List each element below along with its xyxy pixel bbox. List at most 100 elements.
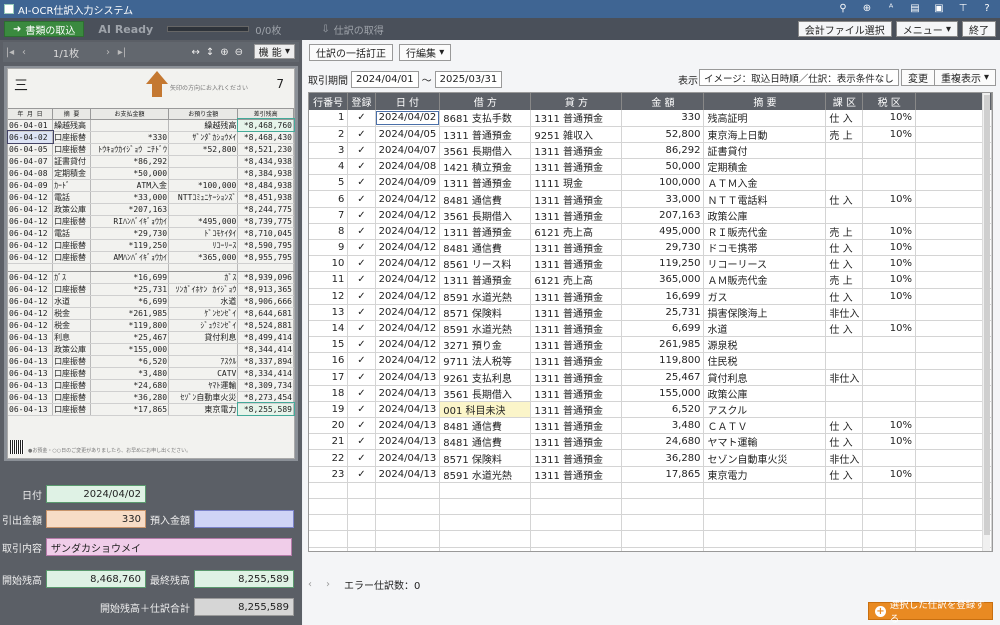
journal-cell[interactable]: 1311 普通預金	[530, 142, 623, 160]
journal-cell[interactable]: 1311 普通預金	[530, 110, 623, 127]
journal-row[interactable]: 17 ✓ 2024/04/13 9261 支払利息 1311 普通預金 25,467 貸付利…	[309, 369, 992, 386]
exit-button[interactable]: 終了	[962, 21, 996, 37]
journal-row[interactable]: 6 ✓ 2024/04/12 8481 通信費 1311 普通預金 33,000 ＮＴＴ電話…	[309, 190, 992, 208]
journal-cell[interactable]: ＣＡＴＶ	[703, 417, 827, 435]
journal-cell[interactable]: 損害保険海上	[703, 304, 827, 321]
fit-height-icon[interactable]: ↕	[206, 47, 214, 58]
journal-cell[interactable]: 住民税	[703, 352, 827, 370]
search-icon[interactable]: ⚲	[836, 1, 850, 15]
journal-cell[interactable]: 14	[309, 320, 349, 338]
journal-cell[interactable]: 非仕入	[825, 304, 864, 321]
grid-header[interactable]: 日 付	[375, 93, 441, 110]
journal-row[interactable]: 2 ✓ 2024/04/05 1311 普通預金 9251 雑収入 52,800 東京海上日…	[309, 126, 992, 143]
register-checkbox[interactable]: ✓	[347, 158, 376, 176]
journal-cell[interactable]: 1311 普通預金	[530, 466, 623, 483]
journal-cell[interactable]: 仕 入	[825, 255, 864, 273]
journal-cell[interactable]: 10%	[862, 433, 916, 451]
journal-cell[interactable]: 5	[309, 174, 349, 192]
save-icon[interactable]: ▣	[932, 1, 946, 15]
journal-cell[interactable]: 19	[309, 401, 349, 419]
journal-row[interactable]: 1 ✓ 2024/04/02 8681 支払手数 1311 普通預金 330 残高証明仕 入…	[309, 110, 992, 127]
register-checkbox[interactable]: ✓	[347, 207, 376, 224]
journal-cell[interactable]: セゾン自動車火災	[703, 449, 827, 467]
journal-cell[interactable]: 16,699	[621, 288, 705, 305]
journal-cell[interactable]: 17	[309, 369, 349, 386]
journal-row[interactable]: 19 ✓ 2024/04/13 001 科目未決 1311 普通預金 6,520 アスクル	[309, 401, 992, 419]
journal-cell[interactable]: ＡＭ販売代金	[703, 271, 827, 289]
journal-cell[interactable]: リコーリース	[703, 255, 827, 273]
journal-cell[interactable]: 8571 保険料	[439, 449, 532, 467]
journal-cell[interactable]: 001 科目未決	[439, 401, 532, 419]
journal-cell[interactable]: 33,000	[621, 190, 705, 208]
journal-cell[interactable]: 1311 普通預金	[530, 207, 623, 224]
journal-cell[interactable]: 2024/04/12	[375, 288, 441, 305]
journal-cell[interactable]: 10%	[862, 271, 916, 289]
date-to-input[interactable]: 2025/03/31	[434, 70, 503, 88]
journal-row[interactable]: 18 ✓ 2024/04/13 3561 長期借入 1311 普通預金 155,000 政策…	[309, 385, 992, 402]
journal-cell[interactable]: 6121 売上高	[530, 271, 623, 289]
journal-cell[interactable]: 13	[309, 304, 349, 321]
journal-cell[interactable]: 8481 通信費	[439, 433, 532, 451]
journal-row[interactable]: 16 ✓ 2024/04/12 9711 法人税等 1311 普通預金 119,800 住民…	[309, 352, 992, 370]
date-from-input[interactable]: 2024/04/01	[351, 70, 419, 88]
journal-cell[interactable]: 2024/04/12	[375, 239, 441, 257]
journal-cell[interactable]: 21	[309, 433, 349, 451]
grid-header[interactable]: 行番号	[309, 93, 349, 110]
register-checkbox[interactable]: ✓	[347, 255, 376, 273]
journal-cell[interactable]: 2024/04/02	[375, 110, 441, 127]
journal-row[interactable]: 3 ✓ 2024/04/07 3561 長期借入 1311 普通預金 86,292 証書貸付	[309, 142, 992, 160]
journal-cell[interactable]: 52,800	[621, 126, 705, 143]
journal-cell[interactable]: 8591 水道光熱	[439, 320, 532, 338]
withdrawal-field[interactable]: 330	[46, 510, 146, 528]
journal-cell[interactable]: 仕 入	[825, 320, 864, 338]
register-checkbox[interactable]: ✓	[347, 433, 376, 451]
journal-cell[interactable]: 24,680	[621, 433, 705, 451]
journal-cell[interactable]: 3561 長期借入	[439, 385, 532, 402]
journal-cell[interactable]: 2024/04/08	[375, 158, 441, 176]
journal-cell[interactable]: 政策公庫	[703, 207, 827, 224]
journal-cell[interactable]: ＡＴＭ入金	[703, 174, 827, 192]
prev-page-icon[interactable]: ‹	[308, 579, 312, 590]
journal-cell[interactable]: 2024/04/13	[375, 401, 441, 419]
journal-cell[interactable]: 1311 普通預金	[530, 239, 623, 257]
journal-cell[interactable]: 1311 普通預金	[439, 126, 532, 143]
journal-cell[interactable]: 仕 入	[825, 288, 864, 305]
journal-cell[interactable]	[825, 401, 864, 419]
journal-row[interactable]: 7 ✓ 2024/04/12 3561 長期借入 1311 普通預金 207,163 政策公…	[309, 207, 992, 224]
journal-cell[interactable]	[825, 352, 864, 370]
journal-cell[interactable]: 3	[309, 142, 349, 160]
journal-cell[interactable]: 8481 通信費	[439, 239, 532, 257]
journal-cell[interactable]	[825, 336, 864, 354]
journal-cell[interactable]: 1311 普通預金	[439, 223, 532, 241]
journal-cell[interactable]: 1311 普通預金	[530, 352, 623, 370]
register-checkbox[interactable]: ✓	[347, 417, 376, 435]
layout-icon[interactable]: ⊤	[956, 1, 970, 15]
journal-cell[interactable]: 8571 保険料	[439, 304, 532, 321]
function-dropdown[interactable]: 機 能 ▾	[253, 44, 295, 59]
prev-page-icon[interactable]: ‹	[17, 47, 31, 58]
deposit-field[interactable]	[194, 510, 294, 528]
journal-cell[interactable]: 10%	[862, 110, 916, 127]
grid-header[interactable]: 登録	[347, 93, 376, 110]
journal-cell[interactable]: 2024/04/12	[375, 352, 441, 370]
register-checkbox[interactable]: ✓	[347, 320, 376, 338]
journal-cell[interactable]: 7	[309, 207, 349, 224]
journal-cell[interactable]: 261,985	[621, 336, 705, 354]
journal-cell[interactable]: 仕 入	[825, 110, 864, 127]
journal-cell[interactable]	[862, 401, 916, 419]
journal-cell[interactable]: 10%	[862, 288, 916, 305]
journal-cell[interactable]: 仕 入	[825, 433, 864, 451]
journal-cell[interactable]	[862, 142, 916, 160]
journal-cell[interactable]: 11	[309, 271, 349, 289]
register-checkbox[interactable]: ✓	[347, 142, 376, 160]
journal-row[interactable]: 4 ✓ 2024/04/08 1421 積立預金 1311 普通預金 50,000 定期積金	[309, 158, 992, 176]
journal-cell[interactable]: 119,250	[621, 255, 705, 273]
journal-cell[interactable]: 9261 支払利息	[439, 369, 532, 386]
register-checkbox[interactable]: ✓	[347, 336, 376, 354]
journal-cell[interactable]: 2024/04/12	[375, 223, 441, 241]
journal-cell[interactable]: 23	[309, 466, 349, 483]
journal-cell[interactable]: ヤマト運輸	[703, 433, 827, 451]
duplicate-display-dropdown[interactable]: 重複表示 ▾	[934, 69, 996, 86]
journal-cell[interactable]: 15	[309, 336, 349, 354]
journal-cell[interactable]: 25,731	[621, 304, 705, 321]
